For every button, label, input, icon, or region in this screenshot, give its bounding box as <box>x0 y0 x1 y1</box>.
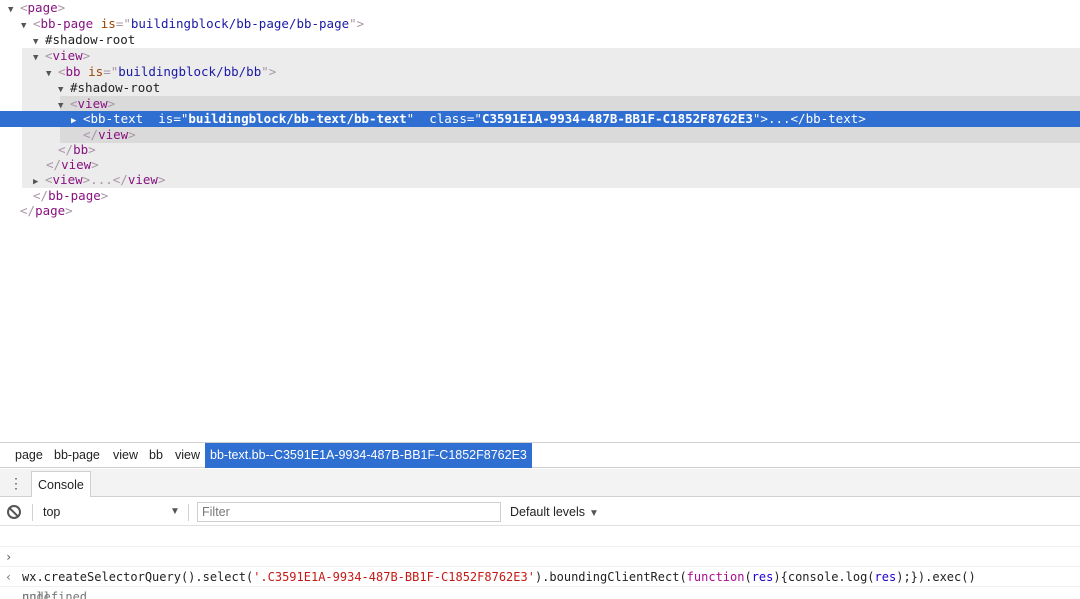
node-close-view: </view> <box>83 127 136 142</box>
breadcrumb-item-bb-page[interactable]: bb-page <box>54 443 100 468</box>
console-messages: › wx.createSelectorQuery().select('.C359… <box>0 527 1080 599</box>
log-levels-label: Default levels <box>510 505 586 519</box>
expand-triangle-icon[interactable]: ▼ <box>21 18 33 34</box>
clear-console-icon[interactable] <box>7 505 21 519</box>
node-bb-text-selected[interactable]: ▶ <bb-text is="buildingblock/bb-text/bb-t… <box>71 111 866 127</box>
expand-triangle-icon[interactable]: ▼ <box>33 50 45 66</box>
console-prompt-line[interactable]: › <box>0 587 1080 599</box>
toolbar-divider <box>188 504 189 521</box>
dropdown-arrow-icon[interactable]: ▼ <box>170 498 180 526</box>
breadcrumb-item-bb[interactable]: bb <box>149 443 163 468</box>
more-options-icon[interactable]: ⋮ <box>9 474 23 492</box>
filter-input[interactable] <box>197 502 501 522</box>
node-close-bb-page: </bb-page> <box>33 188 109 203</box>
breadcrumb-item-view[interactable]: view <box>113 443 138 468</box>
node-page[interactable]: ▼ <page> <box>8 0 65 16</box>
node-shadow-root-inner[interactable]: ▼ #shadow-root <box>58 80 160 96</box>
node-view[interactable]: ▼ <view> <box>33 48 90 64</box>
elements-tree: ▼ <page> ▼ <bb-page is="buildingblock/bb-p… <box>0 0 1080 440</box>
context-selector[interactable]: top <box>43 498 60 526</box>
breadcrumb: page bb-page view bb view bb-text.bb--C3… <box>0 442 1080 468</box>
node-view-inner[interactable]: ▼ <view> <box>58 96 115 112</box>
expand-triangle-icon[interactable]: ▼ <box>58 98 70 114</box>
breadcrumb-item-page[interactable]: page <box>15 443 43 468</box>
toolbar-divider <box>32 504 33 521</box>
node-shadow-root[interactable]: ▼ #shadow-root <box>33 32 135 48</box>
node-bb[interactable]: ▼ <bb is="buildingblock/bb/bb"> <box>46 64 276 80</box>
console-toolbar: top ▼ Default levels▼ <box>0 498 1080 526</box>
expand-triangle-icon[interactable]: ▼ <box>46 66 58 82</box>
node-bb-page[interactable]: ▼ <bb-page is="buildingblock/bb-page/bb-p… <box>21 16 364 32</box>
log-levels-dropdown[interactable]: Default levels ▼ <box>510 498 599 526</box>
node-close-page: </page> <box>20 203 73 218</box>
breadcrumb-item-view-inner[interactable]: view <box>175 443 200 468</box>
tab-console[interactable]: Console <box>31 471 91 497</box>
console-result-entry: ‹ undefined <box>0 547 1080 599</box>
expand-triangle-icon[interactable]: ▼ <box>8 2 20 18</box>
breadcrumb-item-bb-text[interactable]: bb-text.bb--C3591E1A-9934-487B-BB1F-C185… <box>205 443 532 468</box>
node-close-view-outer: </view> <box>46 157 99 172</box>
console-log-entry: null <box>0 567 1080 599</box>
node-close-bb: </bb> <box>58 142 96 157</box>
node-view-collapsed[interactable]: ▶ <view>...</view> <box>33 172 165 188</box>
dropdown-arrow-icon: ▼ <box>589 508 599 519</box>
drawer-tab-bar: ⋮ Console <box>0 469 1080 497</box>
console-input-entry: › wx.createSelectorQuery().select('.C359… <box>0 527 1080 584</box>
